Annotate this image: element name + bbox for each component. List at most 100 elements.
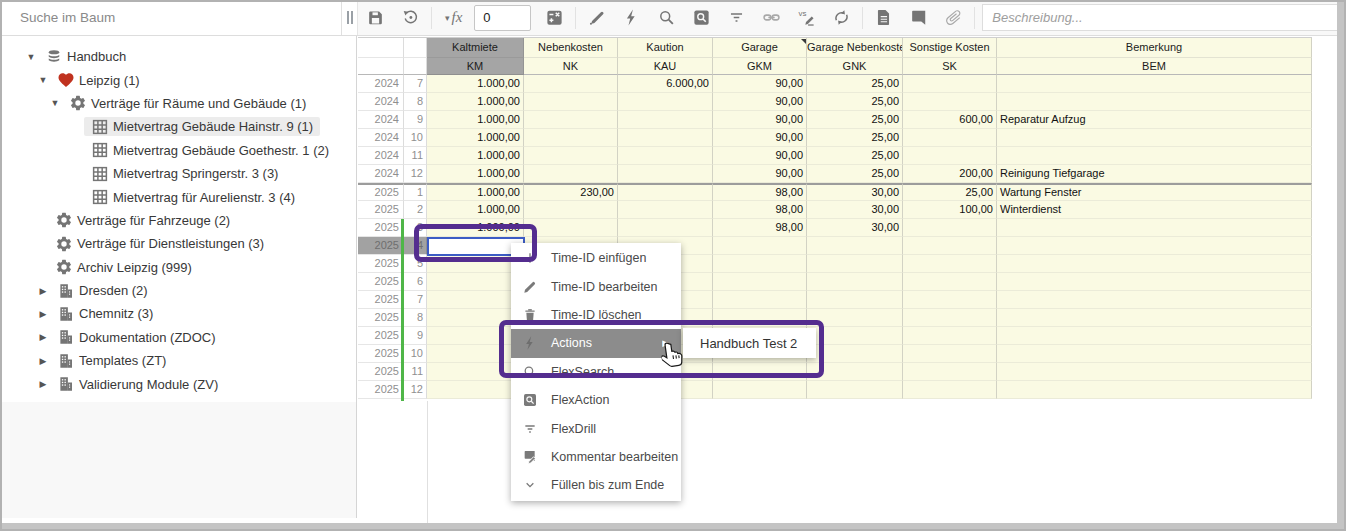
grid-cell[interactable]: 200,00 [903, 165, 997, 183]
grid-cell[interactable] [997, 363, 1312, 381]
row-month[interactable]: 9 [404, 327, 427, 345]
row-year[interactable]: 2025 [358, 273, 404, 291]
grid-cell[interactable]: 25,00 [807, 129, 903, 147]
grid-cell[interactable]: Wartung Fenster [997, 183, 1312, 201]
grid-cell[interactable] [618, 111, 713, 129]
expand-arrow-icon[interactable]: ▼ [48, 96, 62, 110]
tree-item[interactable]: ▼Verträge für Räume und Gebäude (1) [0, 92, 356, 115]
save-icon[interactable] [358, 0, 393, 35]
document-icon[interactable] [866, 0, 901, 35]
grid-cell[interactable] [524, 111, 618, 129]
row-month[interactable]: 7 [404, 75, 427, 93]
row-year[interactable]: 2025 [358, 345, 404, 363]
column-code-NK[interactable]: NK [524, 58, 618, 75]
grid-cell[interactable] [903, 309, 997, 327]
column-header-SK[interactable]: Sonstige Kosten [903, 38, 997, 58]
month-code-header[interactable] [404, 58, 427, 75]
row-month[interactable]: 11 [404, 147, 427, 165]
grid-cell[interactable] [618, 183, 713, 201]
grid-cell[interactable]: 90,00 [713, 165, 807, 183]
collapse-arrow-icon[interactable]: ▶ [36, 354, 50, 368]
expand-arrow-icon[interactable]: ▼ [36, 73, 50, 87]
row-month[interactable]: 8 [404, 93, 427, 111]
tree-item[interactable]: ▶Validierung Module (ZV) [0, 372, 356, 395]
column-code-GKM[interactable]: GKM [713, 58, 807, 75]
row-year[interactable]: 2025 [358, 255, 404, 273]
grid-cell[interactable] [524, 75, 618, 93]
grid-cell[interactable] [903, 327, 997, 345]
row-year[interactable]: 2025 [358, 219, 404, 237]
grid-cell[interactable]: 98,00 [713, 183, 807, 201]
grid-cell[interactable] [903, 363, 997, 381]
tree-item[interactable]: Mietvertrag für Aurelienstr. 3 (4) [0, 185, 356, 208]
grid-cell[interactable] [997, 255, 1312, 273]
menu-item-time-id-bearbeiten[interactable]: Time-ID bearbeiten [511, 272, 681, 300]
vs-edit-icon[interactable]: vs [789, 0, 824, 35]
row-month[interactable]: 12 [404, 381, 427, 399]
grid-cell[interactable]: 1.000,00 [427, 165, 524, 183]
grid-cell[interactable] [997, 273, 1312, 291]
column-header-NK[interactable]: Nebenkosten [524, 38, 618, 58]
bolt-icon[interactable] [614, 0, 649, 35]
grid-cell[interactable] [903, 147, 997, 165]
column-code-KM[interactable]: KM [427, 58, 524, 75]
grid-cell[interactable] [997, 327, 1312, 345]
column-code-SK[interactable]: SK [903, 58, 997, 75]
grid-cell[interactable] [618, 201, 713, 219]
grid-cell[interactable]: 90,00 [713, 147, 807, 165]
grid-cell[interactable] [427, 273, 524, 291]
row-year[interactable]: 2025 [358, 327, 404, 345]
row-month[interactable]: 2 [404, 201, 427, 219]
calc-icon[interactable] [537, 0, 572, 35]
tree-item[interactable]: Mietvertrag Gebäude Goethestr. 1 (2) [0, 139, 356, 162]
tree-item[interactable]: ▶Dresden (2) [0, 279, 356, 302]
grid-cell[interactable] [997, 129, 1312, 147]
vertical-scrollbar[interactable] [1337, 0, 1346, 531]
tree-item[interactable]: Verträge für Dienstleistungen (3) [0, 232, 356, 255]
month-header[interactable] [404, 38, 427, 58]
tree-item[interactable]: Mietvertrag Gebäude Hainstr. 9 (1) [0, 115, 356, 138]
column-header-KAU[interactable]: Kaution [618, 38, 713, 58]
grid-cell[interactable] [713, 255, 807, 273]
menu-item-flexdrill[interactable]: FlexDrill [511, 414, 681, 442]
grid-cell[interactable]: 25,00 [807, 111, 903, 129]
history-icon[interactable] [393, 0, 428, 35]
grid-cell[interactable] [807, 255, 903, 273]
grid-cell[interactable]: 25,00 [807, 93, 903, 111]
grid-cell[interactable] [524, 93, 618, 111]
tree-item[interactable]: ▶Dokumentation (ZDOC) [0, 326, 356, 349]
grid-cell[interactable]: 98,00 [713, 219, 807, 237]
tree-item[interactable]: Mietvertrag Springerstr. 3 (3) [0, 162, 356, 185]
row-month[interactable]: 7 [404, 291, 427, 309]
grid-cell[interactable] [903, 291, 997, 309]
grid-cell[interactable] [903, 93, 997, 111]
grid-cell[interactable] [713, 273, 807, 291]
row-month[interactable]: 10 [404, 129, 427, 147]
row-year[interactable]: 2025 [358, 291, 404, 309]
link-icon[interactable] [754, 0, 789, 35]
grid-cell[interactable] [427, 381, 524, 399]
search-icon[interactable] [649, 0, 684, 35]
tree-item[interactable]: ▼Handbuch [0, 45, 356, 68]
grid-cell[interactable] [997, 291, 1312, 309]
grid-cell[interactable] [713, 381, 807, 399]
filter-icon[interactable] [719, 0, 754, 35]
value-input[interactable] [474, 5, 531, 31]
grid-cell[interactable] [807, 291, 903, 309]
tree-item[interactable]: ▶Chemnitz (3) [0, 302, 356, 325]
grid-cell[interactable]: 1.000,00 [427, 147, 524, 165]
grid-cell[interactable] [997, 309, 1312, 327]
grid-cell[interactable] [903, 75, 997, 93]
grid-cell[interactable]: 30,00 [807, 219, 903, 237]
grid-cell[interactable] [997, 93, 1312, 111]
grid-cell[interactable] [524, 165, 618, 183]
row-year[interactable]: 2024 [358, 129, 404, 147]
row-month[interactable]: 6 [404, 273, 427, 291]
grid-cell[interactable] [903, 381, 997, 399]
grid-cell[interactable] [997, 237, 1312, 255]
menu-item-kommentar-bearbeiten[interactable]: Kommentar bearbeiten [511, 443, 681, 471]
description-input[interactable] [982, 4, 1339, 31]
row-year[interactable]: 2025 [358, 237, 404, 255]
brush-icon[interactable] [579, 0, 614, 35]
grid-cell[interactable] [807, 381, 903, 399]
